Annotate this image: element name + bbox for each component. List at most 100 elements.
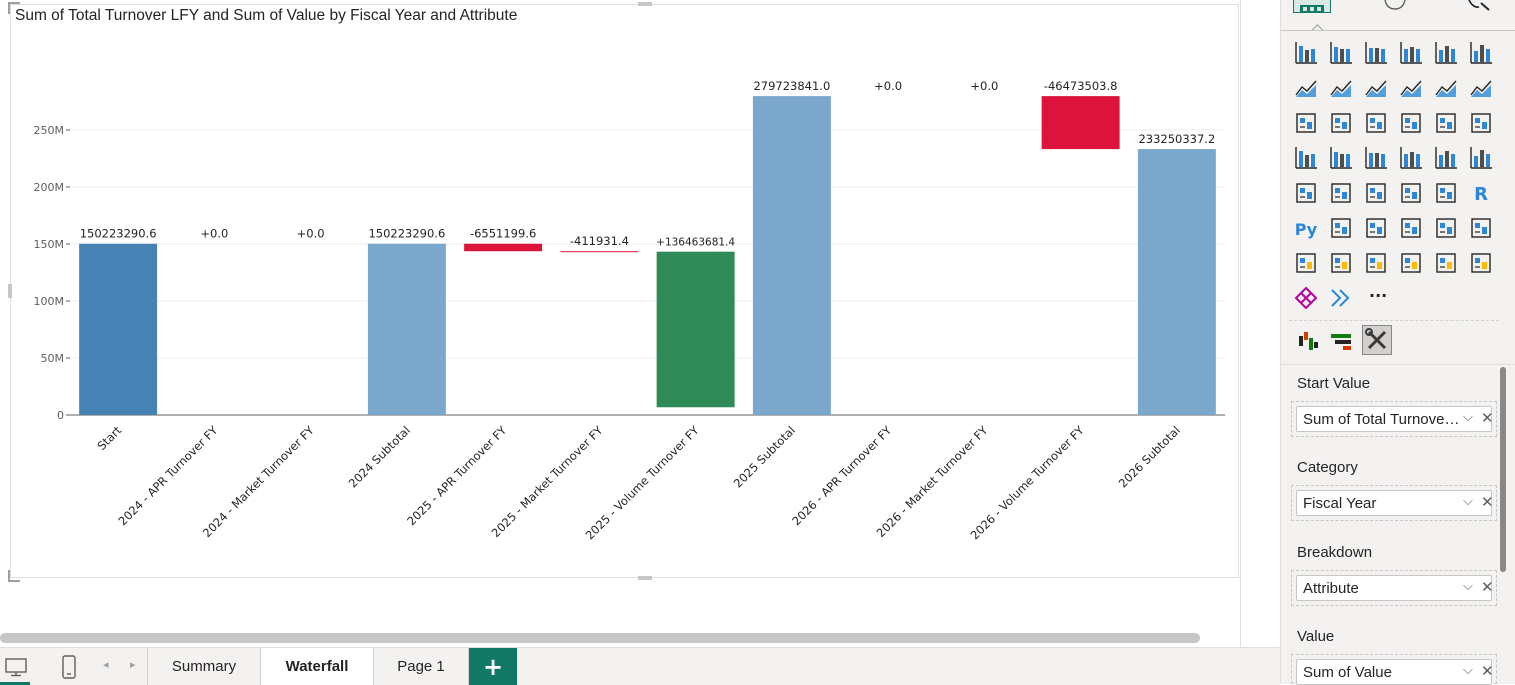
well-value[interactable]: Sum of Value ⌵ ✕ <box>1291 654 1497 685</box>
canvas-horizontal-scrollbar[interactable] <box>0 633 1200 643</box>
stacked-column-chart-icon[interactable] <box>1328 40 1354 66</box>
remove-field-icon[interactable]: ✕ <box>1481 409 1494 427</box>
waterfall-bar-start[interactable] <box>79 243 158 415</box>
filled-map-icon[interactable] <box>1363 145 1389 171</box>
scatter-chart-icon[interactable] <box>1398 110 1424 136</box>
resize-handle-left[interactable] <box>8 284 12 298</box>
paginated-report-icon <box>1296 253 1316 273</box>
100-stacked-bar-chart-icon[interactable] <box>1433 40 1459 66</box>
line-chart-icon[interactable] <box>1293 75 1319 101</box>
x-tick-label: Start <box>94 423 124 453</box>
r-visual-icon: R <box>1474 184 1488 205</box>
x-tick-label: 2025 - Market Turnover FY <box>489 423 607 541</box>
tab-scroll-left-icon[interactable]: ◂ <box>103 658 109 671</box>
build-visual-tab[interactable] <box>1293 0 1331 13</box>
add-page-button[interactable]: + <box>469 648 517 685</box>
paginated-report-icon[interactable] <box>1293 250 1319 276</box>
mobile-view-button[interactable] <box>55 654 83 680</box>
waterfall-chart-icon[interactable] <box>1328 110 1354 136</box>
pie-chart-icon[interactable] <box>1433 110 1459 136</box>
custom-visual-tools-selected[interactable] <box>1362 325 1392 355</box>
line-clustered-column-chart-icon[interactable] <box>1468 75 1494 101</box>
tab-waterfall[interactable]: Waterfall <box>260 648 373 685</box>
multi-row-card-icon[interactable] <box>1293 180 1319 206</box>
chevron-down-icon[interactable]: ⌵ <box>1463 410 1473 425</box>
100-stacked-area-chart-icon[interactable] <box>1398 75 1424 101</box>
desktop-view-button[interactable] <box>2 654 30 680</box>
waterfall-bar-decrease[interactable] <box>464 243 543 252</box>
line-stacked-column-chart-icon[interactable] <box>1433 75 1459 101</box>
resize-corner-top-left[interactable] <box>8 2 20 14</box>
tab-page-1[interactable]: Page 1 <box>373 648 469 685</box>
power-apps-icon[interactable] <box>1328 250 1354 276</box>
chevron-down-icon[interactable]: ⌵ <box>1463 579 1473 594</box>
line-clustered-column-chart-icon <box>1470 80 1492 97</box>
remove-field-icon[interactable]: ✕ <box>1481 578 1494 596</box>
power-bi-arrow-icon[interactable] <box>1328 285 1354 311</box>
resize-handle-top[interactable] <box>638 2 652 6</box>
field-label-breakdown: Breakdown <box>1297 544 1373 561</box>
power-automate-icon[interactable] <box>1363 250 1389 276</box>
metrics-icon[interactable] <box>1468 215 1494 241</box>
remove-field-icon[interactable]: ✕ <box>1481 662 1494 680</box>
line-stacked-column-chart-icon <box>1435 80 1457 97</box>
key-influencers-icon[interactable] <box>1328 215 1354 241</box>
pane-scrollbar[interactable] <box>1500 367 1506 572</box>
slicer-icon[interactable] <box>1363 180 1389 206</box>
smart-narrative-icon[interactable] <box>1433 215 1459 241</box>
waterfall-bar-subtotal[interactable] <box>367 243 446 415</box>
tab-scroll-right-icon[interactable]: ▸ <box>130 658 136 671</box>
well-breakdown[interactable]: Attribute ⌵ ✕ <box>1291 570 1497 606</box>
waterfall-bar-decrease[interactable] <box>560 251 639 253</box>
stacked-bar-chart-icon[interactable] <box>1293 40 1319 66</box>
matrix-icon[interactable] <box>1433 180 1459 206</box>
button-slicer-icon[interactable] <box>1398 250 1424 276</box>
well-category[interactable]: Fiscal Year ⌵ ✕ <box>1291 485 1497 521</box>
custom-waterfall-icon[interactable] <box>1295 328 1321 354</box>
resize-handle-bottom[interactable] <box>638 576 652 580</box>
100-stacked-column-chart-icon[interactable] <box>1468 40 1494 66</box>
field-pill[interactable]: Sum of Value ⌵ ✕ <box>1296 659 1494 685</box>
funnel-chart-icon[interactable] <box>1363 110 1389 136</box>
waterfall-visual[interactable]: Sum of Total Turnover LFY and Sum of Val… <box>8 2 1240 582</box>
field-pill[interactable]: Attribute ⌵ ✕ <box>1296 575 1494 601</box>
copilot-icon[interactable] <box>1293 285 1319 311</box>
card-icon[interactable] <box>1468 145 1494 171</box>
resize-corner-bottom-left[interactable] <box>8 570 20 582</box>
table-icon[interactable] <box>1398 180 1424 206</box>
analytics-search-icon[interactable] <box>1465 0 1495 12</box>
clustered-bar-chart-icon[interactable] <box>1363 40 1389 66</box>
python-visual-icon[interactable]: Py <box>1293 215 1319 241</box>
azure-map-icon[interactable] <box>1398 145 1424 171</box>
custom-slicer-icon[interactable] <box>1433 250 1459 276</box>
waterfall-bar-decrease[interactable] <box>1041 96 1120 150</box>
chevron-down-icon[interactable]: ⌵ <box>1463 663 1473 678</box>
waterfall-bar-subtotal[interactable] <box>752 96 831 416</box>
format-visual-icon[interactable] <box>1381 0 1409 12</box>
gauge-icon[interactable] <box>1433 145 1459 171</box>
donut-chart-icon[interactable] <box>1468 110 1494 136</box>
more-visuals-icon[interactable]: ··· <box>1369 286 1387 305</box>
r-visual-icon[interactable]: R <box>1468 180 1494 206</box>
filters-pane-collapsed[interactable]: ters <box>1241 0 1280 647</box>
field-pill[interactable]: Sum of Total Turnover LFY ⌵ ✕ <box>1296 406 1494 432</box>
text-filter-icon[interactable] <box>1468 250 1494 276</box>
kpi-icon[interactable] <box>1328 180 1354 206</box>
chevron-down-icon[interactable]: ⌵ <box>1463 494 1473 509</box>
stacked-area-chart-icon[interactable] <box>1363 75 1389 101</box>
custom-gantt-icon[interactable] <box>1329 328 1355 354</box>
field-pill[interactable]: Fiscal Year ⌵ ✕ <box>1296 490 1494 516</box>
data-label: 150223290.6 <box>368 227 445 241</box>
ribbon-chart-icon[interactable] <box>1293 110 1319 136</box>
area-chart-icon[interactable] <box>1328 75 1354 101</box>
decomposition-tree-icon[interactable] <box>1363 215 1389 241</box>
treemap-icon[interactable] <box>1293 145 1319 171</box>
qa-icon[interactable] <box>1398 215 1424 241</box>
waterfall-bar-increase[interactable] <box>656 251 735 408</box>
waterfall-bar-subtotal[interactable] <box>1137 149 1216 416</box>
clustered-column-chart-icon[interactable] <box>1398 40 1424 66</box>
well-start-value[interactable]: Sum of Total Turnover LFY ⌵ ✕ <box>1291 401 1497 437</box>
remove-field-icon[interactable]: ✕ <box>1481 493 1494 511</box>
map-icon[interactable] <box>1328 145 1354 171</box>
tab-summary[interactable]: Summary <box>147 648 260 685</box>
